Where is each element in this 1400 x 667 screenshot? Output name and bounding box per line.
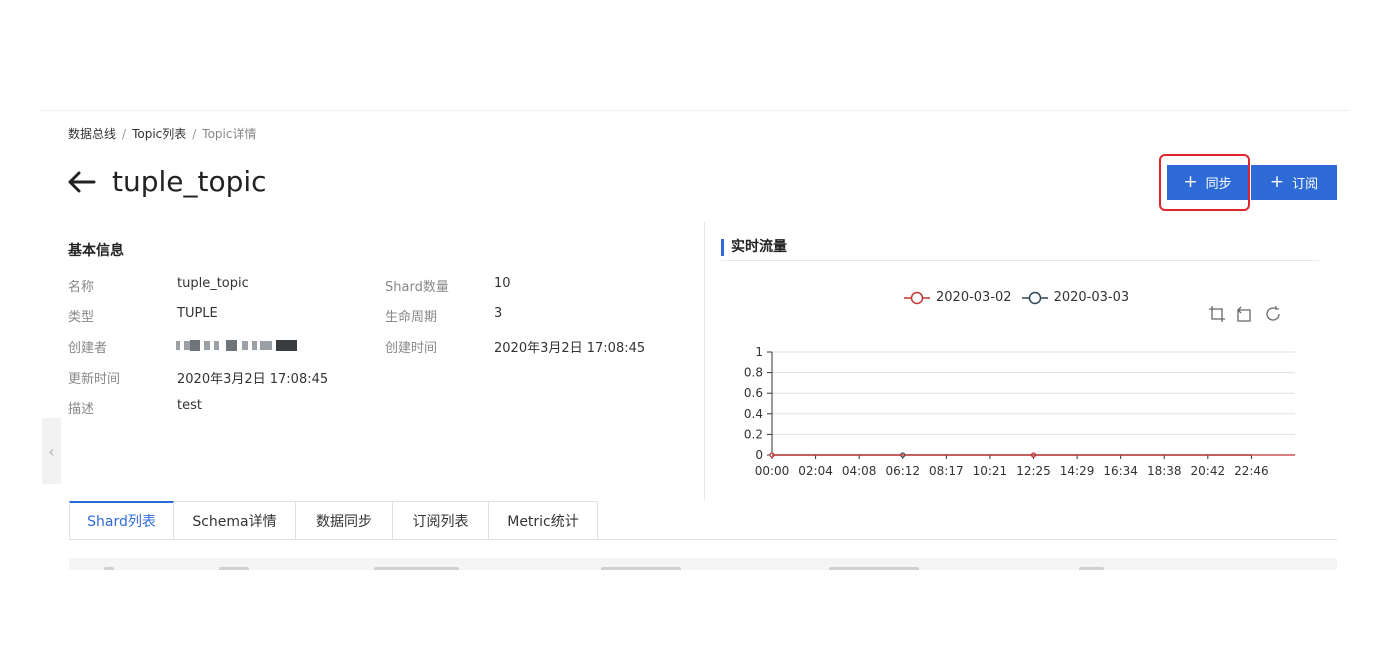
tab-metric-stats[interactable]: Metric统计 — [489, 501, 598, 540]
created-value: 2020年3月2日 17:08:45 — [494, 341, 646, 356]
legend-item-series-1[interactable]: 2020-03-02 — [904, 290, 1012, 305]
detail-tabs: Shard列表 Schema详情 数据同步 订阅列表 Metric统计 — [69, 501, 598, 540]
x-tick-label: 08:17 — [929, 464, 964, 478]
legend-label-series-2: 2020-03-03 — [1053, 290, 1130, 305]
creator-value-redacted — [176, 338, 298, 352]
top-divider — [40, 110, 1350, 111]
x-tick-label: 12:25 — [1016, 464, 1051, 478]
creator-label: 创建者 — [68, 341, 108, 356]
x-tick-label: 14:29 — [1060, 464, 1095, 478]
y-tick-label: 0.2 — [744, 427, 763, 441]
arrow-left-icon[interactable] — [68, 164, 98, 200]
tabs-underline — [69, 539, 1337, 540]
highlight-annotation — [1159, 154, 1250, 211]
tab-subscription-list[interactable]: 订阅列表 — [393, 501, 489, 540]
y-tick-label: 1 — [755, 345, 763, 359]
y-tick-label: 0.8 — [744, 366, 763, 380]
breadcrumb-separator: / — [122, 127, 127, 141]
name-value: tuple_topic — [177, 276, 249, 291]
breadcrumb-item-topic-list[interactable]: Topic列表 — [132, 127, 186, 141]
subscribe-button[interactable]: + 订阅 — [1251, 165, 1337, 200]
realtime-divider — [721, 260, 1319, 261]
x-tick-label: 18:38 — [1147, 464, 1182, 478]
x-tick-label: 02:04 — [798, 464, 833, 478]
realtime-traffic-chart: 0 0.2 0.4 0.6 0.8 1 00:00 02:04 04:08 06:12 08:17 1… — [744, 345, 1295, 478]
legend-label-series-1: 2020-03-02 — [936, 290, 1012, 305]
breadcrumb-item-topic-detail: Topic详情 — [202, 127, 257, 141]
breadcrumb-separator: / — [192, 127, 197, 141]
x-tick-label: 10:21 — [973, 464, 1008, 478]
tab-data-sync[interactable]: 数据同步 — [296, 501, 393, 540]
type-value: TUPLE — [177, 306, 218, 321]
updated-value: 2020年3月2日 17:08:45 — [177, 372, 329, 387]
x-tick-label: 22:46 — [1234, 464, 1269, 478]
description-label: 描述 — [68, 402, 95, 417]
breadcrumb: 数据总线 / Topic列表 / Topic详情 — [68, 125, 256, 142]
zoom-icon[interactable] — [1207, 304, 1227, 324]
x-tick-label: 16:34 — [1103, 464, 1138, 478]
page-title: tuple_topic — [112, 165, 267, 198]
tab-schema-detail[interactable]: Schema详情 — [174, 501, 296, 540]
restore-icon[interactable] — [1263, 304, 1283, 324]
x-tick-label: 20:42 — [1191, 464, 1226, 478]
table-header — [69, 558, 1337, 570]
breadcrumb-item-databus[interactable]: 数据总线 — [68, 127, 116, 141]
x-tick-label: 00:00 — [755, 464, 790, 478]
title-row: tuple_topic — [68, 164, 267, 200]
realtime-title: 实时流量 — [721, 239, 787, 256]
description-value: test — [177, 398, 202, 413]
shards-label: Shard数量 — [385, 280, 449, 295]
x-tick-label: 06:12 — [885, 464, 920, 478]
plus-icon: + — [1269, 172, 1285, 192]
legend-item-series-2[interactable]: 2020-03-03 — [1021, 290, 1130, 305]
name-label: 名称 — [68, 280, 95, 295]
y-tick-label: 0.6 — [744, 386, 763, 400]
type-label: 类型 — [68, 310, 95, 325]
tab-shard-list[interactable]: Shard列表 — [69, 501, 174, 540]
shards-value: 10 — [494, 276, 511, 291]
chart-toolbox — [1207, 304, 1291, 324]
chevron-left-icon: ‹ — [48, 441, 55, 461]
zoom-reset-icon[interactable] — [1235, 304, 1255, 324]
x-tick-label: 04:08 — [842, 464, 877, 478]
lifecycle-value: 3 — [494, 306, 503, 321]
lifecycle-label: 生命周期 — [385, 310, 438, 325]
updated-label: 更新时间 — [68, 372, 121, 387]
panel-divider — [704, 222, 705, 500]
created-label: 创建时间 — [385, 341, 438, 356]
subscribe-button-label: 订阅 — [1292, 177, 1319, 192]
basic-info-title: 基本信息 — [68, 243, 124, 259]
y-tick-label: 0.4 — [744, 407, 763, 421]
collapse-panel-toggle[interactable]: ‹ — [42, 418, 61, 484]
y-tick-label: 0 — [755, 448, 763, 462]
chart-legend: 2020-03-02 2020-03-03 — [904, 290, 1139, 305]
